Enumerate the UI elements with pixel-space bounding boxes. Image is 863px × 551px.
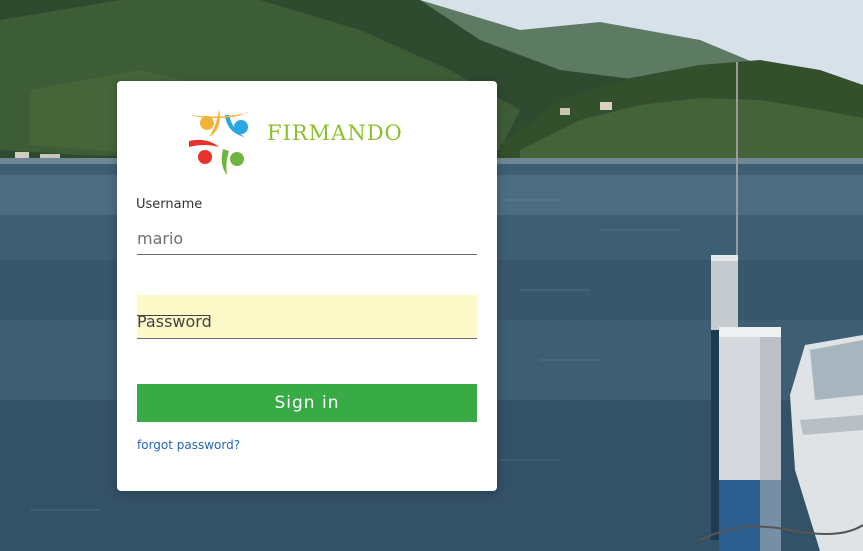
username-input[interactable] [137, 219, 477, 255]
username-label: Username [136, 197, 203, 212]
logo-swoosh-icon [191, 109, 249, 118]
firmando-logo: FIRMANDO [189, 107, 409, 177]
background-photo: FIRMANDO Username Sign in forgot passwor… [0, 0, 863, 551]
brand-name: FIRMANDO [267, 121, 403, 145]
login-card: FIRMANDO Username Sign in forgot passwor… [117, 81, 497, 491]
sign-in-button[interactable]: Sign in [137, 384, 477, 422]
forgot-password-link[interactable]: forgot password? [137, 438, 240, 452]
password-input[interactable] [137, 295, 477, 339]
